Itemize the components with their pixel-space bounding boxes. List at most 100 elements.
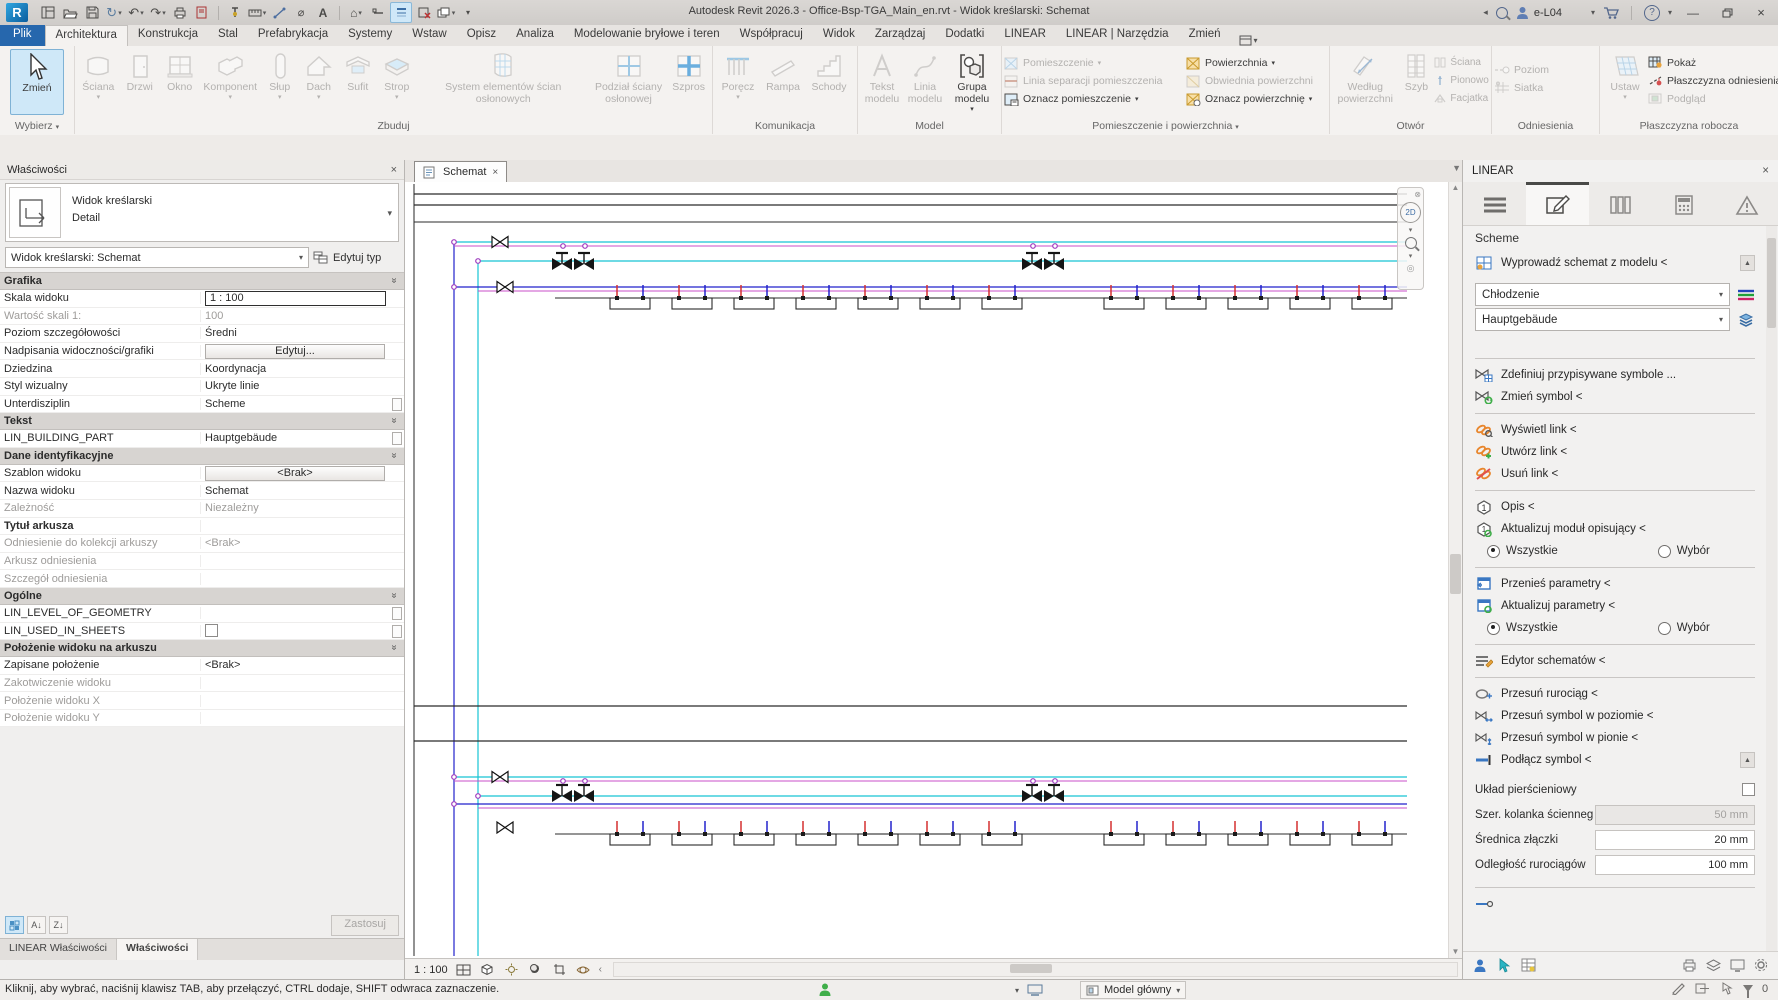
opening-wall-button[interactable]: Ściana bbox=[1434, 54, 1489, 71]
collapse-icon[interactable]: ▲ bbox=[1740, 255, 1755, 271]
navbar-wheel-chevron-icon[interactable]: ▾ bbox=[1409, 226, 1413, 234]
scheme-editor-button[interactable]: Edytor schematów < bbox=[1475, 650, 1755, 672]
section-grafika[interactable]: Grafika« bbox=[0, 273, 404, 290]
section-tekst[interactable]: Tekst« bbox=[0, 413, 404, 430]
tab-overflow-icon[interactable]: ▼ bbox=[1452, 163, 1460, 173]
label-3d-icon[interactable]: ⌀ bbox=[291, 3, 311, 22]
sync-icon[interactable]: ↻▾ bbox=[104, 3, 124, 22]
associate-parameter-button[interactable] bbox=[392, 607, 402, 620]
type-selector-chevron-icon[interactable]: ▾ bbox=[387, 208, 392, 219]
associate-parameter-button[interactable] bbox=[392, 432, 402, 445]
opening-dormer-button[interactable]: Facjatka bbox=[1434, 90, 1489, 107]
set-workplane-button[interactable]: Ustaw▾ bbox=[1602, 49, 1648, 115]
navbar-zoom-chevron-icon[interactable]: ▾ bbox=[1409, 252, 1413, 260]
curtain-system-button[interactable]: System elementów ścian osłonowych bbox=[417, 49, 590, 115]
section-icon[interactable] bbox=[368, 3, 388, 22]
opening-vertical-button[interactable]: Pionowo bbox=[1434, 72, 1489, 89]
sun-path-icon[interactable] bbox=[503, 962, 520, 978]
viewer-button[interactable]: Podgląd bbox=[1648, 90, 1770, 107]
delete-link-button[interactable]: Usuń link < bbox=[1475, 463, 1755, 485]
scroll-up-icon[interactable]: ▲ bbox=[1449, 182, 1462, 194]
view-template-button[interactable]: <Brak> bbox=[205, 466, 385, 481]
property-row-dziedzina[interactable]: DziedzinaKoordynacja bbox=[0, 360, 404, 378]
property-row-szablon-widoku[interactable]: Szablon widoku<Brak> bbox=[0, 465, 404, 483]
property-row-nazwa-widoku[interactable]: Nazwa widokuSchemat bbox=[0, 482, 404, 500]
horizontal-scrollbar[interactable] bbox=[613, 962, 1458, 977]
ceiling-button[interactable]: Sufit bbox=[339, 49, 377, 115]
customize-qat-icon[interactable]: ▾ bbox=[458, 3, 478, 22]
panel-label-room-area[interactable]: Pomieszczenie i powierzchnia ▾ bbox=[1002, 120, 1329, 134]
clipped-action-row[interactable] bbox=[1475, 893, 1755, 915]
text-icon[interactable]: A bbox=[313, 3, 333, 22]
section-ogolne[interactable]: Ogólne« bbox=[0, 588, 404, 605]
sort-descending-icon[interactable]: Z↓ bbox=[49, 916, 68, 934]
design-option-select[interactable]: Model główny ▾ bbox=[1080, 981, 1186, 999]
property-row-unterdisziplin[interactable]: UnterdisziplinScheme bbox=[0, 396, 404, 414]
property-row-lin-used-in-sheets[interactable]: LIN_USED_IN_SHEETS bbox=[0, 623, 404, 641]
sort-ascending-icon[interactable]: A↓ bbox=[27, 916, 46, 934]
edit-type-button[interactable]: Edytuj typ bbox=[313, 247, 399, 268]
show-workplane-button[interactable]: Pokaż bbox=[1648, 54, 1770, 71]
section-polozenie-widoku[interactable]: Położenie widoku na arkuszu« bbox=[0, 640, 404, 657]
app-store-cart-icon[interactable] bbox=[1603, 6, 1619, 19]
close-hidden-windows-icon[interactable] bbox=[414, 3, 434, 22]
property-row-zapisane-polozenie[interactable]: Zapisane położenie<Brak> bbox=[0, 657, 404, 675]
shadows-icon[interactable] bbox=[527, 962, 544, 978]
tab-linear-narzedzia[interactable]: LINEAR | Narzędzia bbox=[1056, 25, 1179, 46]
railing-button[interactable]: Poręcz▾ bbox=[715, 49, 761, 115]
minimize-button[interactable]: — bbox=[1680, 3, 1706, 23]
model-text-button[interactable]: Tekst modelu bbox=[860, 49, 904, 115]
pin-icon[interactable] bbox=[225, 3, 245, 22]
home-view-icon[interactable]: ⌂▾ bbox=[346, 3, 366, 22]
panel-label-model[interactable]: Model bbox=[858, 120, 1001, 134]
tab-wspolpracuj[interactable]: Współpracuj bbox=[730, 25, 813, 46]
filter-icon[interactable] bbox=[1743, 985, 1753, 992]
tab-widok[interactable]: Widok bbox=[813, 25, 865, 46]
move-pipe-button[interactable]: Przesuń rurociąg < bbox=[1475, 683, 1755, 705]
worksets-chevron-icon[interactable]: ▾ bbox=[1015, 986, 1019, 995]
ref-plane-button[interactable]: Płaszczyzna odniesienia bbox=[1648, 72, 1770, 89]
vertical-scrollbar[interactable]: ▲ ▼ bbox=[1448, 182, 1462, 958]
exclude-options-icon[interactable] bbox=[1695, 982, 1710, 995]
modify-button[interactable]: Zmień bbox=[10, 49, 64, 115]
undo-icon[interactable]: ↶▾ bbox=[126, 3, 146, 22]
roof-button[interactable]: Dach▾ bbox=[299, 49, 339, 115]
linear-layers-icon[interactable] bbox=[1704, 956, 1722, 974]
tab-systemy[interactable]: Systemy bbox=[338, 25, 402, 46]
opening-by-face-button[interactable]: Według powierzchni bbox=[1332, 49, 1398, 115]
area-boundary-button[interactable]: Obwiednia powierzchni bbox=[1186, 72, 1326, 89]
mullion-button[interactable]: Szpros bbox=[667, 49, 710, 115]
used-in-sheets-checkbox[interactable] bbox=[205, 624, 218, 637]
properties-close-icon[interactable]: × bbox=[391, 164, 397, 176]
stair-button[interactable]: Schody bbox=[805, 49, 853, 115]
model-line-button[interactable]: Linia modelu bbox=[904, 49, 946, 115]
panel-label-workplane[interactable]: Płaszczyzna robocza bbox=[1600, 120, 1778, 134]
thin-lines-icon[interactable] bbox=[390, 2, 412, 23]
revit-logo-icon[interactable]: R bbox=[6, 3, 28, 22]
associate-parameter-button[interactable] bbox=[392, 398, 402, 411]
element-filter-select[interactable]: Widok kreślarski: Schemat ▾ bbox=[5, 247, 309, 268]
linear-scroll-thumb[interactable] bbox=[1767, 238, 1776, 328]
tab-linear[interactable]: LINEAR bbox=[994, 25, 1056, 46]
tab-file[interactable]: Plik bbox=[0, 25, 45, 46]
linear-tab-menu[interactable] bbox=[1463, 182, 1526, 225]
linear-grid-icon[interactable] bbox=[1519, 956, 1537, 974]
update-params-button[interactable]: Aktualizuj parametry < bbox=[1475, 595, 1755, 617]
account-menu[interactable]: e-L04 ▾ bbox=[1516, 6, 1595, 19]
transfer-params-button[interactable]: Przenieś parametry < bbox=[1475, 573, 1755, 595]
property-row-tytul-arkusza[interactable]: Tytuł arkusza bbox=[0, 518, 404, 536]
sublist-scroll-up-icon[interactable]: ▲ bbox=[1740, 752, 1755, 768]
reveal-hidden-icon[interactable] bbox=[575, 962, 592, 978]
zoom-icon[interactable] bbox=[1405, 237, 1417, 249]
pipe-distance-field[interactable]: 100 mm bbox=[1595, 855, 1755, 875]
scroll-down-icon[interactable]: ▼ bbox=[1449, 946, 1462, 958]
search-icon[interactable] bbox=[1496, 7, 1508, 19]
back-icon[interactable]: ◂ bbox=[1483, 7, 1488, 18]
linear-print-icon[interactable] bbox=[1680, 956, 1698, 974]
print-icon[interactable] bbox=[170, 3, 190, 22]
view-tab-schemat[interactable]: Schemat × bbox=[414, 161, 507, 182]
update-annotation-button[interactable]: 1 Aktualizuj moduł opisujący < bbox=[1475, 518, 1755, 540]
show-link-button[interactable]: Wyświetl link < bbox=[1475, 419, 1755, 441]
measure-icon[interactable]: ▾ bbox=[247, 3, 267, 22]
tab-konstrukcja[interactable]: Konstrukcja bbox=[128, 25, 208, 46]
